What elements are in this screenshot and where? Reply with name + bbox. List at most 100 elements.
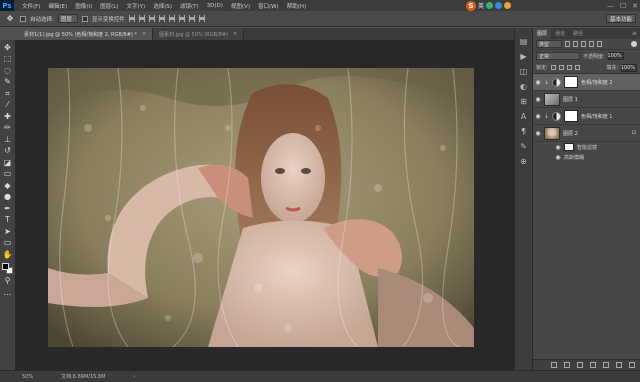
fg-bg-color-swatch[interactable] xyxy=(2,262,13,274)
layer-kind-select[interactable]: 类型 xyxy=(536,40,562,48)
fx-icon[interactable] xyxy=(564,362,570,368)
layer-name[interactable]: 色相/饱和度 2 xyxy=(581,79,612,86)
dodge-tool-icon[interactable]: ● xyxy=(2,192,13,203)
status-arrow-icon[interactable]: › xyxy=(133,374,135,380)
align-top-icon[interactable] xyxy=(128,15,135,22)
menu-view[interactable]: 视图(V) xyxy=(227,2,254,10)
visibility-eye-icon[interactable]: ◉ xyxy=(535,113,541,120)
filter-mask-thumbnail[interactable] xyxy=(564,143,574,151)
layer-name[interactable]: 图层 2 xyxy=(563,130,578,137)
filter-adjust-icon[interactable] xyxy=(573,41,578,47)
marquee-tool-icon[interactable]: ⬚ xyxy=(2,54,13,65)
ime-voice-icon[interactable] xyxy=(495,2,503,9)
link-icon[interactable] xyxy=(551,362,557,368)
new-layer-icon[interactable] xyxy=(616,362,622,368)
swatches-icon[interactable]: ◫ xyxy=(519,66,529,76)
lock-all-icon[interactable] xyxy=(574,65,580,70)
gaussian-blur-row[interactable]: ◉ 高斯模糊 xyxy=(533,152,640,162)
tab-close-icon[interactable]: × xyxy=(142,31,146,37)
brush-tool-icon[interactable]: ✏ xyxy=(2,123,13,134)
auto-select-target[interactable]: 图层 xyxy=(57,14,78,23)
workspace-select[interactable]: 基本功能 xyxy=(606,14,636,23)
ime-punctuation-icon[interactable] xyxy=(486,2,494,9)
adjust-icon[interactable]: ◐ xyxy=(519,81,529,91)
filter-pixel-icon[interactable] xyxy=(565,41,570,47)
menu-layer[interactable]: 图层(L) xyxy=(96,2,122,10)
maximize-icon[interactable]: ☐ xyxy=(620,2,626,10)
distribute-h-icon[interactable] xyxy=(198,15,205,22)
layer-name[interactable]: 色相/饱和度 1 xyxy=(581,113,612,120)
layer-mask-thumbnail[interactable] xyxy=(564,110,579,122)
tab-document-2[interactable]: 图素材.jpg @ 50% (RGB/8#) × xyxy=(153,28,245,40)
visibility-eye-icon[interactable]: ◉ xyxy=(555,144,561,151)
history-tool-icon[interactable]: ↺ xyxy=(2,146,13,157)
brush-preset-icon[interactable]: ✎ xyxy=(519,141,529,151)
tab-close-icon[interactable]: × xyxy=(233,31,237,37)
history-icon[interactable]: ▤ xyxy=(519,36,529,46)
properties-icon[interactable]: ⊞ xyxy=(519,96,529,106)
opacity-input[interactable]: 100% xyxy=(607,52,624,60)
menu-image[interactable]: 图像(I) xyxy=(71,2,96,10)
minimize-icon[interactable]: — xyxy=(607,2,614,10)
menu-select[interactable]: 选择(S) xyxy=(149,2,176,10)
zoom-tool-icon[interactable]: ⚲ xyxy=(2,276,13,287)
actions-icon[interactable]: ▶ xyxy=(519,51,529,61)
move-tool-icon[interactable]: ✥ xyxy=(2,42,13,53)
menu-edit[interactable]: 编辑(E) xyxy=(44,2,71,10)
lasso-tool-icon[interactable]: ◌ xyxy=(2,65,13,76)
visibility-eye-icon[interactable]: ◉ xyxy=(535,130,541,137)
layer-2[interactable]: ◉ 图层 2 ⊡ xyxy=(533,125,640,142)
clone-tool-icon[interactable]: ⊥ xyxy=(2,134,13,145)
menu-window[interactable]: 窗口(W) xyxy=(254,2,283,10)
filter-type-icon[interactable] xyxy=(581,41,586,47)
visibility-eye-icon[interactable]: ◉ xyxy=(535,79,541,86)
healing-tool-icon[interactable]: ✚ xyxy=(2,111,13,122)
crop-tool-icon[interactable]: ⌗ xyxy=(2,88,13,99)
ime-skin-icon[interactable] xyxy=(504,2,512,9)
filter-shape-icon[interactable] xyxy=(589,41,594,47)
eraser-tool-icon[interactable]: ◪ xyxy=(2,157,13,168)
filter-toggle[interactable] xyxy=(631,41,637,47)
auto-select-checkbox[interactable] xyxy=(20,15,26,22)
gradient-tool-icon[interactable]: ▭ xyxy=(2,169,13,180)
path-select-tool-icon[interactable]: ➤ xyxy=(2,226,13,237)
paragraph-icon[interactable]: ¶ xyxy=(519,126,529,136)
ime-mode[interactable]: 英 xyxy=(478,1,484,10)
menu-file[interactable]: 文件(F) xyxy=(18,2,44,10)
align-right-icon[interactable] xyxy=(178,15,185,22)
smart-filters-row[interactable]: ◉ 智能滤镜 xyxy=(533,142,640,152)
show-transform-checkbox[interactable] xyxy=(81,15,88,22)
layer-hue-saturation-2[interactable]: ◉ ↓ 色相/饱和度 2 xyxy=(533,74,640,91)
more-tool-icon[interactable]: … xyxy=(2,287,13,298)
ime-toolbar[interactable]: S 英 xyxy=(466,0,512,11)
menu-filter[interactable]: 滤镜(T) xyxy=(176,2,203,10)
tab-paths[interactable]: 路径 xyxy=(569,28,587,39)
quick-select-tool-icon[interactable]: ✎ xyxy=(2,77,13,88)
lock-transparency-icon[interactable] xyxy=(550,65,556,70)
layer-mask-thumbnail[interactable] xyxy=(564,76,579,88)
menu-type[interactable]: 文字(Y) xyxy=(123,2,150,10)
close-icon[interactable]: ✕ xyxy=(632,2,638,10)
layer-name[interactable]: 图层 1 xyxy=(563,96,578,103)
align-middle-icon[interactable] xyxy=(138,15,145,22)
tab-document-1[interactable]: 素材1(1).jpg @ 50% (色相/饱和度 2, RGB/8#) * × xyxy=(18,28,154,40)
blend-mode-select[interactable]: 正常 xyxy=(536,52,580,60)
pen-tool-icon[interactable]: ✒ xyxy=(2,203,13,214)
eyedropper-tool-icon[interactable]: ⁄ xyxy=(2,100,13,111)
filter-smart-icon[interactable] xyxy=(597,41,602,47)
menu-help[interactable]: 帮助(H) xyxy=(283,2,310,10)
layer-1[interactable]: ◉ 图层 1 xyxy=(533,91,640,108)
distribute-icon[interactable] xyxy=(188,15,195,22)
visibility-eye-icon[interactable]: ◉ xyxy=(535,96,541,103)
trash-icon[interactable] xyxy=(629,362,635,368)
fill-input[interactable]: 100% xyxy=(621,63,637,72)
align-bottom-icon[interactable] xyxy=(148,15,155,22)
tab-channels[interactable]: 通道 xyxy=(551,28,569,39)
document-canvas-image[interactable] xyxy=(48,68,474,347)
tab-layers[interactable]: 图层 xyxy=(533,28,552,39)
clone-source-icon[interactable]: ⊕ xyxy=(519,156,529,166)
new-group-icon[interactable] xyxy=(603,362,609,368)
move-tool-icon[interactable]: ✥ xyxy=(4,14,16,24)
hand-tool-icon[interactable]: ✋ xyxy=(2,249,13,260)
visibility-eye-icon[interactable]: ◉ xyxy=(555,154,561,161)
